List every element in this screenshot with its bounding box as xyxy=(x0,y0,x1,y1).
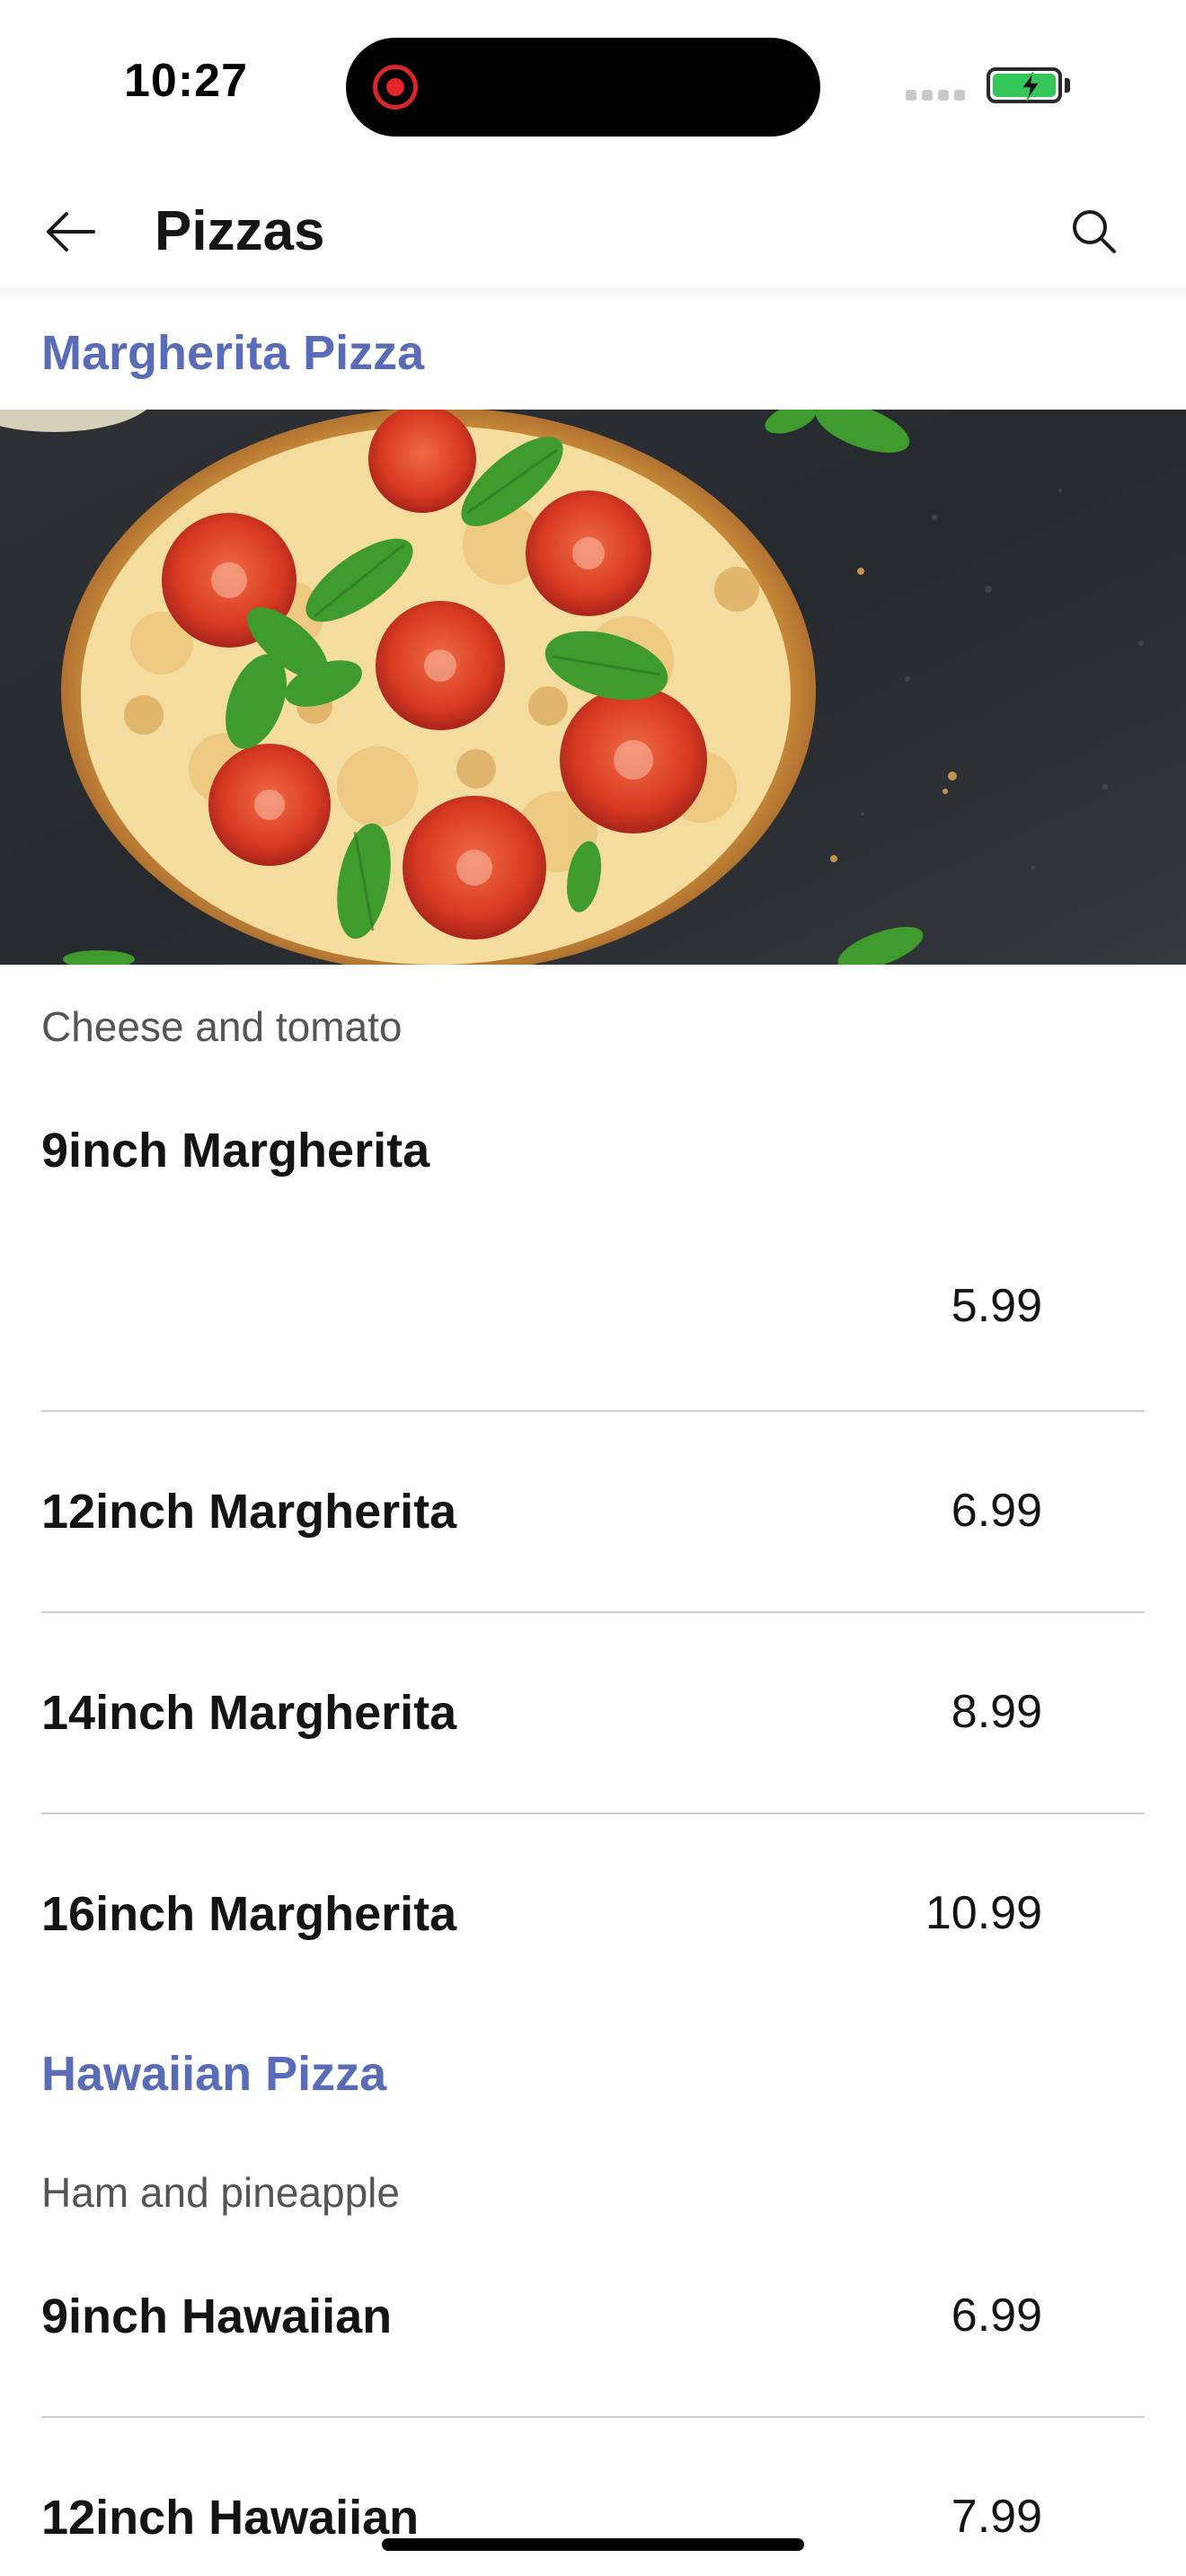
menu-item-price[interactable]: 6.99 xyxy=(951,2289,1042,2342)
cellular-signal-icon xyxy=(906,90,969,101)
menu-item-price[interactable]: 6.99 xyxy=(951,1484,1042,1538)
back-button[interactable] xyxy=(36,198,103,265)
row-divider xyxy=(41,2416,1145,2418)
battery-charging-icon xyxy=(987,67,1062,103)
row-divider xyxy=(41,1410,1145,1412)
screen-recording-icon xyxy=(373,65,418,110)
section-title-hawaiian[interactable]: Hawaiian Pizza xyxy=(41,2046,386,2102)
section-title-margherita[interactable]: Margherita Pizza xyxy=(41,325,424,381)
arrow-left-icon xyxy=(46,211,95,251)
menu-item-name[interactable]: 12inch Margherita xyxy=(41,1484,456,1539)
margherita-pizza-photo xyxy=(0,410,1186,965)
page-title: Pizzas xyxy=(155,200,325,262)
charging-bolt-icon xyxy=(1020,71,1041,101)
row-divider xyxy=(41,1813,1145,1814)
section-description-margherita: Cheese and tomato xyxy=(41,1003,403,1050)
status-bar: 10:27 xyxy=(0,0,1186,171)
home-indicator[interactable] xyxy=(382,2538,804,2551)
status-time: 10:27 xyxy=(124,55,248,107)
section-description-hawaiian: Ham and pineapple xyxy=(41,2169,400,2216)
app-header: Pizzas xyxy=(0,171,1186,287)
menu-item-name[interactable]: 9inch Hawaiian xyxy=(41,2289,392,2344)
menu-item-price[interactable]: 10.99 xyxy=(925,1886,1042,1940)
menu-item-price[interactable]: 7.99 xyxy=(951,2490,1042,2544)
pizza-image xyxy=(0,410,1186,965)
menu-item-name[interactable]: 16inch Margherita xyxy=(41,1886,456,1942)
menu-item-price[interactable]: 5.99 xyxy=(951,1279,1042,1333)
menu-item-name[interactable]: 14inch Margherita xyxy=(41,1685,456,1741)
search-icon xyxy=(1072,209,1116,253)
dynamic-island xyxy=(346,38,820,137)
menu-screen: 10:27 Pizzas Margherita Pizza Cheese and… xyxy=(0,0,1186,2576)
menu-item-name[interactable]: 12inch Hawaiian xyxy=(41,2490,419,2545)
search-button[interactable] xyxy=(1060,198,1128,265)
menu-item-name[interactable]: 9inch Margherita xyxy=(41,1123,429,1178)
battery-nub xyxy=(1065,78,1070,93)
menu-item-price[interactable]: 8.99 xyxy=(951,1685,1042,1739)
row-divider xyxy=(41,1611,1145,1613)
header-divider xyxy=(0,287,1186,302)
